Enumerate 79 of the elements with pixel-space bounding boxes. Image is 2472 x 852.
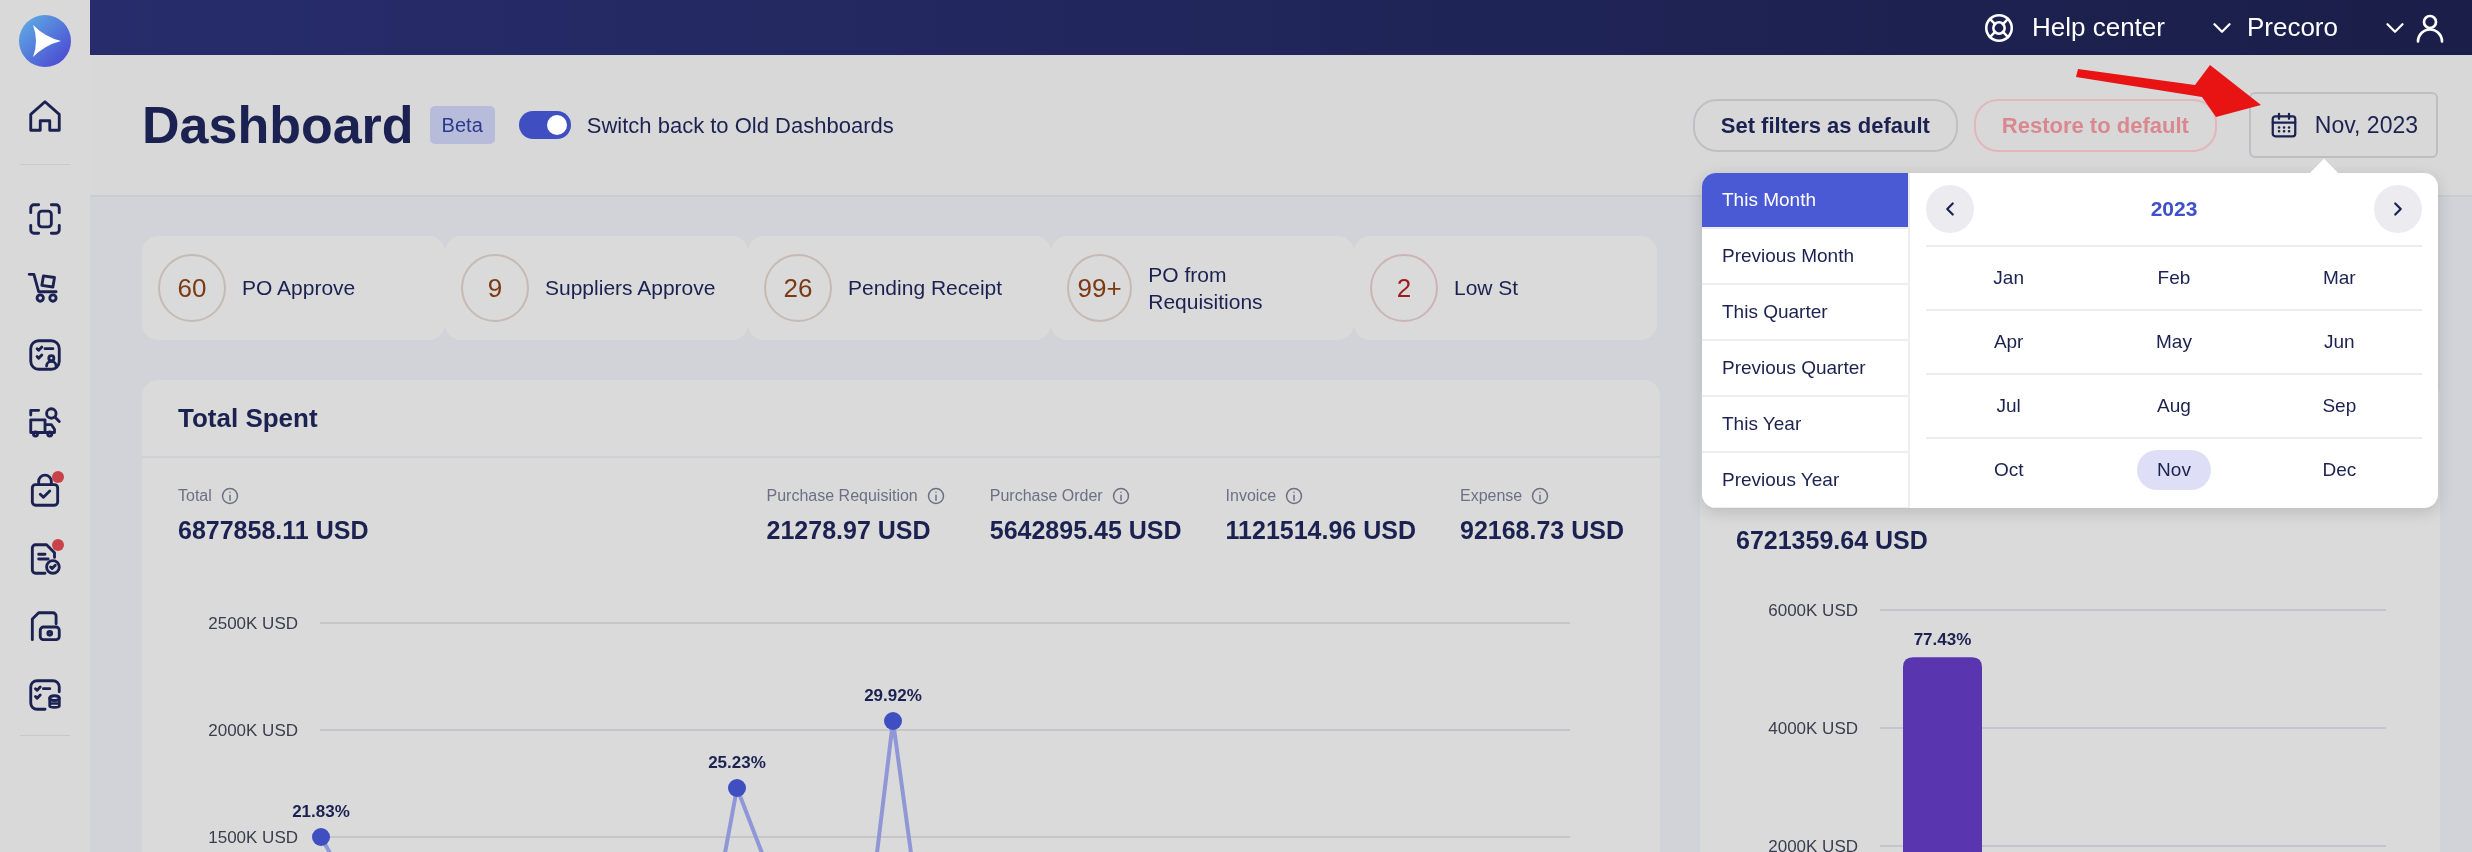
info-icon (219, 486, 240, 506)
preset-item[interactable]: Previous Quarter (1702, 341, 1908, 397)
axis-tick-label: 2500K USD (208, 613, 298, 633)
stat-label: Total (178, 486, 212, 506)
card-label: Pending Receipt (848, 275, 1003, 302)
stat-label: Expense (1460, 486, 1523, 506)
stat-value: 6877858.11 USD (178, 515, 370, 546)
chevron-down-icon[interactable] (2386, 22, 2404, 33)
month-option[interactable]: Oct (1973, 449, 2044, 491)
card-label: PO from Requisitions (1148, 261, 1264, 315)
scan-icon[interactable] (26, 200, 64, 238)
stat-label: Purchase Requisition (766, 486, 918, 506)
info-icon (1110, 486, 1131, 506)
logo-icon[interactable] (19, 15, 71, 67)
summary-card[interactable]: 9 Suppliers Approve (445, 236, 748, 340)
stat-label: Invoice (1225, 486, 1277, 506)
data-label: 77.43% (1913, 629, 1972, 649)
month-option[interactable]: Nov (2137, 449, 2211, 491)
preset-item[interactable]: This Year (1702, 397, 1908, 453)
data-point[interactable] (884, 711, 902, 730)
data-label: 21.83% (292, 801, 350, 821)
month-option[interactable]: Sep (2302, 385, 2377, 427)
stat-value: 6721359.64 USD (1736, 525, 1928, 556)
page-title: Dashboard (142, 94, 414, 156)
beta-badge: Beta (429, 106, 495, 144)
preset-item[interactable]: Previous Year (1702, 453, 1908, 508)
axis-tick-label: 6000K USD (1768, 600, 1858, 620)
preset-item[interactable]: Previous Month (1702, 229, 1908, 285)
data-label: 29.92% (864, 685, 922, 705)
stat-value: 1121514.96 USD (1225, 515, 1416, 546)
count-circle: 2 (1370, 254, 1438, 322)
count-circle: 9 (461, 254, 529, 322)
axis-tick-label: 2000K USD (208, 720, 298, 740)
count-circle: 99+ (1067, 254, 1133, 322)
month-option[interactable]: Aug (2137, 385, 2211, 427)
date-picker-button[interactable]: Nov, 2023 (2248, 91, 2438, 159)
company-switcher[interactable]: Precoro (2212, 8, 2338, 47)
database-icon[interactable] (26, 676, 64, 714)
card-label: Suppliers Approve (545, 275, 716, 302)
month-option[interactable]: Jun (2304, 321, 2375, 363)
card-label: Low St (1454, 275, 1519, 302)
info-icon (1284, 486, 1305, 506)
year-label: 2023 (2150, 196, 2198, 223)
month-option[interactable]: Jan (1973, 257, 2044, 299)
month-option[interactable]: Dec (2302, 449, 2377, 491)
stat-value: 21278.97 USD (766, 515, 932, 546)
axis-tick-label: 4000K USD (1768, 718, 1858, 738)
chevron-down-icon (2212, 22, 2231, 33)
summary-card[interactable]: 26 Pending Receipt (748, 236, 1051, 340)
count-circle: 26 (764, 254, 832, 322)
info-icon (1530, 486, 1551, 506)
info-icon (925, 486, 946, 506)
toggle-label: Switch back to Old Dashboards (586, 111, 894, 140)
data-point[interactable] (312, 827, 330, 846)
set-default-button[interactable]: Set filters as default (1692, 98, 1958, 152)
axis-tick-label: 1500K USD (208, 827, 298, 847)
count-circle: 60 (158, 254, 226, 322)
checklist-icon[interactable] (26, 336, 64, 374)
summary-card[interactable]: 60 PO Approve (142, 236, 445, 340)
month-option[interactable]: Feb (2137, 257, 2211, 299)
panel-title: Total Spent (178, 401, 318, 435)
axis-tick-label: 2000K USD (1768, 836, 1858, 852)
month-option[interactable]: Apr (1973, 321, 2044, 363)
card-label: PO Approve (242, 275, 356, 302)
summary-card[interactable]: 99+ PO from Requisitions (1051, 236, 1354, 340)
data-point[interactable] (728, 778, 746, 797)
preset-item[interactable]: This Quarter (1702, 285, 1908, 341)
home-icon[interactable] (26, 97, 64, 135)
preset-item[interactable]: This Month (1702, 173, 1908, 229)
summary-card[interactable]: 2 Low St (1354, 236, 1657, 340)
month-option[interactable]: Mar (2302, 257, 2376, 299)
toggle-switch[interactable] (518, 111, 571, 139)
month-option[interactable]: Jul (1976, 385, 2041, 427)
stat-label: Purchase Order (989, 486, 1103, 506)
month-option[interactable]: May (2136, 321, 2212, 363)
help-center-link[interactable]: Help center (1982, 8, 2165, 47)
stat-value: 92168.73 USD (1460, 515, 1624, 546)
stat-value: 5642895.45 USD (989, 515, 1182, 546)
data-label: 25.23% (708, 752, 766, 772)
